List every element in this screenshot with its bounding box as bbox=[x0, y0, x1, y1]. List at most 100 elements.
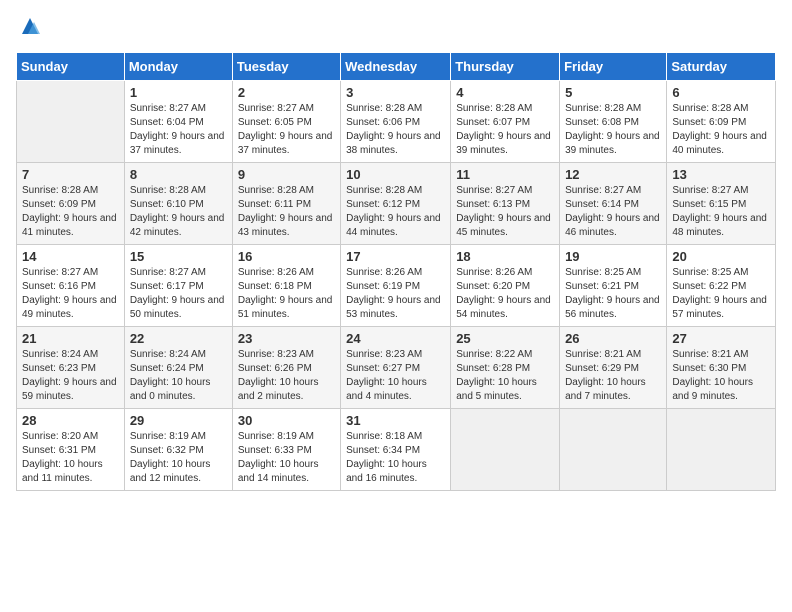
calendar-cell: 31 Sunrise: 8:18 AM Sunset: 6:34 PM Dayli… bbox=[341, 409, 451, 491]
day-number: 20 bbox=[672, 249, 770, 264]
week-row-1: 1 Sunrise: 8:27 AM Sunset: 6:04 PM Daylig… bbox=[17, 81, 776, 163]
day-number: 16 bbox=[238, 249, 335, 264]
day-info: Sunrise: 8:26 AM Sunset: 6:18 PM Dayligh… bbox=[238, 266, 335, 322]
day-number: 24 bbox=[346, 331, 445, 346]
day-info: Sunrise: 8:28 AM Sunset: 6:10 PM Dayligh… bbox=[130, 184, 227, 240]
day-number: 22 bbox=[130, 331, 227, 346]
calendar-cell bbox=[560, 409, 667, 491]
day-number: 23 bbox=[238, 331, 335, 346]
day-info: Sunrise: 8:27 AM Sunset: 6:15 PM Dayligh… bbox=[672, 184, 770, 240]
week-row-2: 7Sunrise: 8:28 AM Sunset: 6:09 PM Daylig… bbox=[17, 163, 776, 245]
calendar-cell: 9 Sunrise: 8:28 AM Sunset: 6:11 PM Daylig… bbox=[232, 163, 340, 245]
day-number: 25 bbox=[456, 331, 554, 346]
day-number: 14 bbox=[22, 249, 119, 264]
day-info: Sunrise: 8:20 AM Sunset: 6:31 PM Dayligh… bbox=[22, 430, 119, 486]
calendar-cell: 26Sunrise: 8:21 AM Sunset: 6:29 PM Dayli… bbox=[560, 327, 667, 409]
calendar-cell: 23 Sunrise: 8:23 AM Sunset: 6:26 PM Dayli… bbox=[232, 327, 340, 409]
header-saturday: Saturday bbox=[667, 53, 776, 81]
calendar-cell: 13 Sunrise: 8:27 AM Sunset: 6:15 PM Dayli… bbox=[667, 163, 776, 245]
day-number: 4 bbox=[456, 85, 554, 100]
calendar-table: SundayMondayTuesdayWednesdayThursdayFrid… bbox=[16, 52, 776, 491]
calendar-cell: 15 Sunrise: 8:27 AM Sunset: 6:17 PM Dayli… bbox=[124, 245, 232, 327]
day-number: 9 bbox=[238, 167, 335, 182]
day-info: Sunrise: 8:24 AM Sunset: 6:23 PM Dayligh… bbox=[22, 348, 119, 404]
header-tuesday: Tuesday bbox=[232, 53, 340, 81]
calendar-cell: 7Sunrise: 8:28 AM Sunset: 6:09 PM Daylig… bbox=[17, 163, 125, 245]
day-number: 31 bbox=[346, 413, 445, 428]
calendar-cell: 1 Sunrise: 8:27 AM Sunset: 6:04 PM Daylig… bbox=[124, 81, 232, 163]
day-number: 30 bbox=[238, 413, 335, 428]
calendar-cell: 21 Sunrise: 8:24 AM Sunset: 6:23 PM Dayli… bbox=[17, 327, 125, 409]
logo bbox=[16, 16, 44, 40]
day-info: Sunrise: 8:25 AM Sunset: 6:21 PM Dayligh… bbox=[565, 266, 661, 322]
calendar-cell: 19 Sunrise: 8:25 AM Sunset: 6:21 PM Dayli… bbox=[560, 245, 667, 327]
day-info: Sunrise: 8:26 AM Sunset: 6:19 PM Dayligh… bbox=[346, 266, 445, 322]
day-info: Sunrise: 8:27 AM Sunset: 6:05 PM Dayligh… bbox=[238, 102, 335, 158]
calendar-cell: 3 Sunrise: 8:28 AM Sunset: 6:06 PM Daylig… bbox=[341, 81, 451, 163]
week-row-4: 21 Sunrise: 8:24 AM Sunset: 6:23 PM Dayli… bbox=[17, 327, 776, 409]
day-info: Sunrise: 8:26 AM Sunset: 6:20 PM Dayligh… bbox=[456, 266, 554, 322]
week-row-5: 28Sunrise: 8:20 AM Sunset: 6:31 PM Dayli… bbox=[17, 409, 776, 491]
day-number: 1 bbox=[130, 85, 227, 100]
calendar-cell: 12 Sunrise: 8:27 AM Sunset: 6:14 PM Dayli… bbox=[560, 163, 667, 245]
calendar-cell: 18 Sunrise: 8:26 AM Sunset: 6:20 PM Dayli… bbox=[451, 245, 560, 327]
calendar-cell: 6 Sunrise: 8:28 AM Sunset: 6:09 PM Daylig… bbox=[667, 81, 776, 163]
day-number: 21 bbox=[22, 331, 119, 346]
day-number: 6 bbox=[672, 85, 770, 100]
logo-icon bbox=[18, 16, 42, 40]
header-sunday: Sunday bbox=[17, 53, 125, 81]
calendar-cell: 5 Sunrise: 8:28 AM Sunset: 6:08 PM Daylig… bbox=[560, 81, 667, 163]
day-info: Sunrise: 8:23 AM Sunset: 6:26 PM Dayligh… bbox=[238, 348, 335, 404]
day-info: Sunrise: 8:27 AM Sunset: 6:17 PM Dayligh… bbox=[130, 266, 227, 322]
header-thursday: Thursday bbox=[451, 53, 560, 81]
header-wednesday: Wednesday bbox=[341, 53, 451, 81]
week-row-3: 14 Sunrise: 8:27 AM Sunset: 6:16 PM Dayli… bbox=[17, 245, 776, 327]
day-info: Sunrise: 8:28 AM Sunset: 6:06 PM Dayligh… bbox=[346, 102, 445, 158]
day-number: 5 bbox=[565, 85, 661, 100]
calendar-cell: 14 Sunrise: 8:27 AM Sunset: 6:16 PM Dayli… bbox=[17, 245, 125, 327]
calendar-cell: 25 Sunrise: 8:22 AM Sunset: 6:28 PM Dayli… bbox=[451, 327, 560, 409]
calendar-cell: 28Sunrise: 8:20 AM Sunset: 6:31 PM Dayli… bbox=[17, 409, 125, 491]
day-info: Sunrise: 8:22 AM Sunset: 6:28 PM Dayligh… bbox=[456, 348, 554, 404]
header-monday: Monday bbox=[124, 53, 232, 81]
calendar-cell: 16 Sunrise: 8:26 AM Sunset: 6:18 PM Dayli… bbox=[232, 245, 340, 327]
day-info: Sunrise: 8:19 AM Sunset: 6:33 PM Dayligh… bbox=[238, 430, 335, 486]
day-number: 17 bbox=[346, 249, 445, 264]
day-number: 10 bbox=[346, 167, 445, 182]
calendar-cell bbox=[451, 409, 560, 491]
calendar-cell: 4 Sunrise: 8:28 AM Sunset: 6:07 PM Daylig… bbox=[451, 81, 560, 163]
day-info: Sunrise: 8:27 AM Sunset: 6:04 PM Dayligh… bbox=[130, 102, 227, 158]
day-info: Sunrise: 8:27 AM Sunset: 6:13 PM Dayligh… bbox=[456, 184, 554, 240]
calendar-cell: 22Sunrise: 8:24 AM Sunset: 6:24 PM Dayli… bbox=[124, 327, 232, 409]
day-number: 8 bbox=[130, 167, 227, 182]
day-info: Sunrise: 8:23 AM Sunset: 6:27 PM Dayligh… bbox=[346, 348, 445, 404]
calendar-cell: 8 Sunrise: 8:28 AM Sunset: 6:10 PM Daylig… bbox=[124, 163, 232, 245]
calendar-cell bbox=[667, 409, 776, 491]
day-info: Sunrise: 8:28 AM Sunset: 6:08 PM Dayligh… bbox=[565, 102, 661, 158]
calendar-cell: 11 Sunrise: 8:27 AM Sunset: 6:13 PM Dayli… bbox=[451, 163, 560, 245]
day-info: Sunrise: 8:28 AM Sunset: 6:11 PM Dayligh… bbox=[238, 184, 335, 240]
day-number: 3 bbox=[346, 85, 445, 100]
day-number: 12 bbox=[565, 167, 661, 182]
day-info: Sunrise: 8:18 AM Sunset: 6:34 PM Dayligh… bbox=[346, 430, 445, 486]
day-number: 11 bbox=[456, 167, 554, 182]
day-info: Sunrise: 8:21 AM Sunset: 6:30 PM Dayligh… bbox=[672, 348, 770, 404]
day-info: Sunrise: 8:28 AM Sunset: 6:09 PM Dayligh… bbox=[672, 102, 770, 158]
calendar-cell: 24 Sunrise: 8:23 AM Sunset: 6:27 PM Dayli… bbox=[341, 327, 451, 409]
day-number: 18 bbox=[456, 249, 554, 264]
calendar-cell bbox=[17, 81, 125, 163]
calendar-cell: 20 Sunrise: 8:25 AM Sunset: 6:22 PM Dayli… bbox=[667, 245, 776, 327]
day-number: 7 bbox=[22, 167, 119, 182]
day-number: 29 bbox=[130, 413, 227, 428]
day-number: 19 bbox=[565, 249, 661, 264]
calendar-header-row: SundayMondayTuesdayWednesdayThursdayFrid… bbox=[17, 53, 776, 81]
day-info: Sunrise: 8:27 AM Sunset: 6:14 PM Dayligh… bbox=[565, 184, 661, 240]
day-number: 13 bbox=[672, 167, 770, 182]
calendar-cell: 17 Sunrise: 8:26 AM Sunset: 6:19 PM Dayli… bbox=[341, 245, 451, 327]
calendar-cell: 10Sunrise: 8:28 AM Sunset: 6:12 PM Dayli… bbox=[341, 163, 451, 245]
day-number: 26 bbox=[565, 331, 661, 346]
day-info: Sunrise: 8:28 AM Sunset: 6:07 PM Dayligh… bbox=[456, 102, 554, 158]
day-info: Sunrise: 8:27 AM Sunset: 6:16 PM Dayligh… bbox=[22, 266, 119, 322]
day-info: Sunrise: 8:25 AM Sunset: 6:22 PM Dayligh… bbox=[672, 266, 770, 322]
day-number: 15 bbox=[130, 249, 227, 264]
